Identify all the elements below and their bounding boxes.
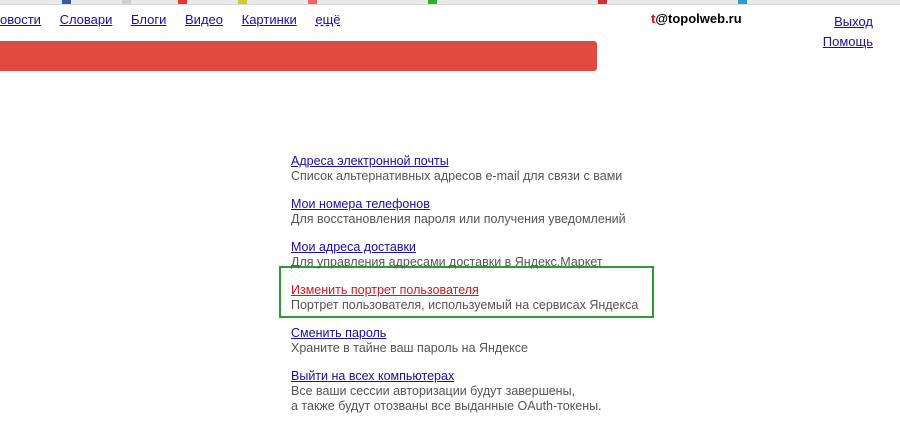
nav-more[interactable]: ещё [315,12,340,27]
nav-blogs[interactable]: Блоги [131,12,166,27]
menu-item-description-line2: а также будут отозваны все выданные OAut… [291,399,602,413]
nav-images[interactable]: Картинки [242,12,297,27]
tab-color-mark [598,0,607,4]
logout-link[interactable]: Выход [823,12,873,32]
menu-item-description: Список альтернативных адресов e-mail для… [291,169,623,183]
tab-color-mark [178,0,187,4]
account-links: Выход Помощь [823,12,873,52]
nav-video[interactable]: Видео [185,12,223,27]
change-portrait-link[interactable]: Изменить портрет пользователя [291,283,479,298]
menu-item-delivery: Мои адреса доставки Для управления адрес… [291,240,638,270]
menu-item-emails: Адреса электронной почты Список альтерна… [291,154,638,184]
phones-link[interactable]: Мои номера телефонов [291,197,430,212]
menu-item-description: Для управления адресами доставки в Яндек… [291,255,603,269]
nav-news[interactable]: овости [0,12,41,27]
user-login[interactable]: t@topolweb.ru [651,11,742,26]
browser-tab-strip [0,0,900,5]
nav-dictionaries[interactable]: Словари [60,12,113,27]
user-login-rest: @topolweb.ru [655,11,742,26]
change-password-link[interactable]: Сменить пароль [291,326,386,341]
menu-item-description: Храните в тайне ваш пароль на Яндексе [291,341,528,355]
menu-item-description: Для восстановления пароля или получения … [291,212,626,226]
help-link[interactable]: Помощь [823,32,873,52]
menu-item-portrait: Изменить портрет пользователя Портрет по… [291,283,638,313]
tab-color-mark [238,0,247,4]
menu-item-logout-all: Выйти на всех компьютерах Все ваши сесси… [291,369,638,414]
menu-item-password: Сменить пароль Храните в тайне ваш парол… [291,326,638,356]
emails-link[interactable]: Адреса электронной почты [291,154,449,169]
tab-color-mark [738,0,747,4]
menu-item-description: Все ваши сессии авторизации будут заверш… [291,384,576,398]
tab-color-mark [428,0,437,4]
tab-color-mark [62,0,71,4]
menu-item-phones: Мои номера телефонов Для восстановления … [291,197,638,227]
logout-all-link[interactable]: Выйти на всех компьютерах [291,369,454,384]
services-nav: овости Словари Блоги Видео Картинки ещё [0,12,356,27]
delivery-addresses-link[interactable]: Мои адреса доставки [291,240,416,255]
header-bar [0,41,597,71]
tab-color-mark [308,0,317,4]
menu-item-description: Портрет пользователя, используемый на се… [291,298,639,312]
settings-menu: Адреса электронной почты Список альтерна… [291,154,638,427]
tab-color-mark [122,0,131,4]
